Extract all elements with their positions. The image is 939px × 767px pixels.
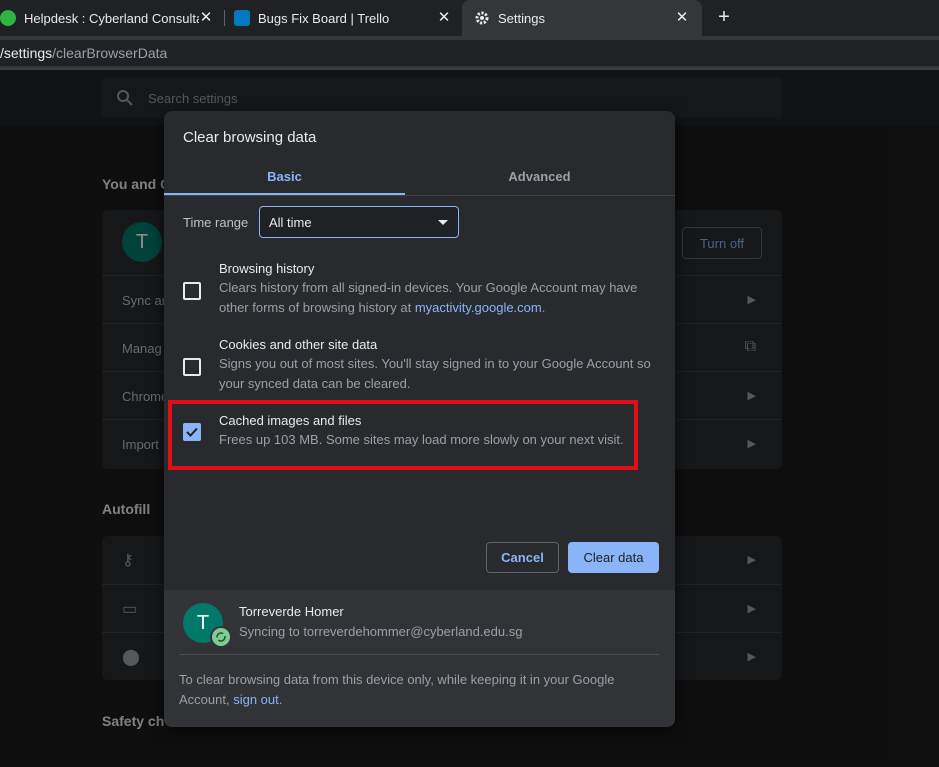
time-range-label: Time range — [183, 215, 249, 230]
cancel-button[interactable]: Cancel — [486, 542, 559, 573]
toolbar: /settings/clearBrowserData — [0, 36, 939, 68]
sync-arrows-icon — [216, 632, 226, 642]
footer-note: To clear browsing data from this device … — [179, 670, 659, 710]
red-highlight-box — [168, 400, 638, 470]
url-rest: /clearBrowserData — [52, 45, 168, 61]
browsing-history-checkbox[interactable] — [183, 282, 201, 300]
account-footer: T Torreverde Homer Syncing to torreverde… — [164, 590, 675, 727]
dialog-tabs: Basic Advanced — [164, 159, 675, 196]
close-icon[interactable]: ✕ — [436, 10, 452, 26]
tab-basic[interactable]: Basic — [164, 159, 405, 195]
myactivity-link[interactable]: myactivity.google.com — [415, 300, 542, 315]
time-range-value: All time — [269, 214, 312, 230]
time-range-select[interactable]: All time — [259, 206, 459, 238]
sign-out-link[interactable]: sign out — [233, 692, 279, 707]
tab-advanced[interactable]: Advanced — [419, 159, 660, 193]
tab-trello[interactable]: Bugs Fix Board | Trello ✕ — [224, 0, 462, 36]
tab-strip: Helpdesk : Cyberland Consultanc ✕ Bugs F… — [0, 0, 939, 36]
option-description: Clears history from all signed-in device… — [219, 278, 659, 318]
tab-title: Settings — [498, 10, 545, 26]
gear-icon — [475, 11, 489, 25]
footer-divider — [179, 654, 659, 655]
option-desc-end: . — [541, 300, 546, 315]
address-bar[interactable]: /settings/clearBrowserData — [0, 40, 939, 66]
footer-note-end: . — [278, 692, 283, 707]
dialog-title: Clear browsing data — [183, 129, 317, 146]
close-icon[interactable]: ✕ — [674, 10, 690, 26]
close-icon[interactable]: ✕ — [198, 10, 214, 26]
option-title: Browsing history — [219, 261, 315, 276]
sync-icon — [210, 626, 232, 648]
tab-helpdesk[interactable]: Helpdesk : Cyberland Consultanc ✕ — [0, 0, 224, 36]
tab-settings[interactable]: Settings ✕ — [462, 0, 702, 36]
option-title: Cookies and other site data — [219, 337, 378, 352]
cookies-checkbox[interactable] — [183, 358, 201, 376]
clear-browsing-data-dialog: Clear browsing data Basic Advanced Time … — [164, 111, 675, 727]
clear-data-button[interactable]: Clear data — [568, 542, 659, 573]
helpdesk-favicon-icon — [0, 10, 16, 26]
account-sync-status: Syncing to torreverdehommer@cyberland.ed… — [239, 624, 523, 639]
option-description: Signs you out of most sites. You'll stay… — [219, 356, 651, 391]
new-tab-icon[interactable]: + — [713, 7, 735, 29]
chevron-down-icon — [438, 220, 448, 225]
trello-favicon-icon — [234, 10, 250, 26]
url-path: /settings — [0, 45, 53, 61]
tab-title: Bugs Fix Board | Trello — [258, 10, 390, 26]
account-name: Torreverde Homer — [239, 604, 344, 619]
tab-title: Helpdesk : Cyberland Consultanc — [24, 10, 199, 26]
